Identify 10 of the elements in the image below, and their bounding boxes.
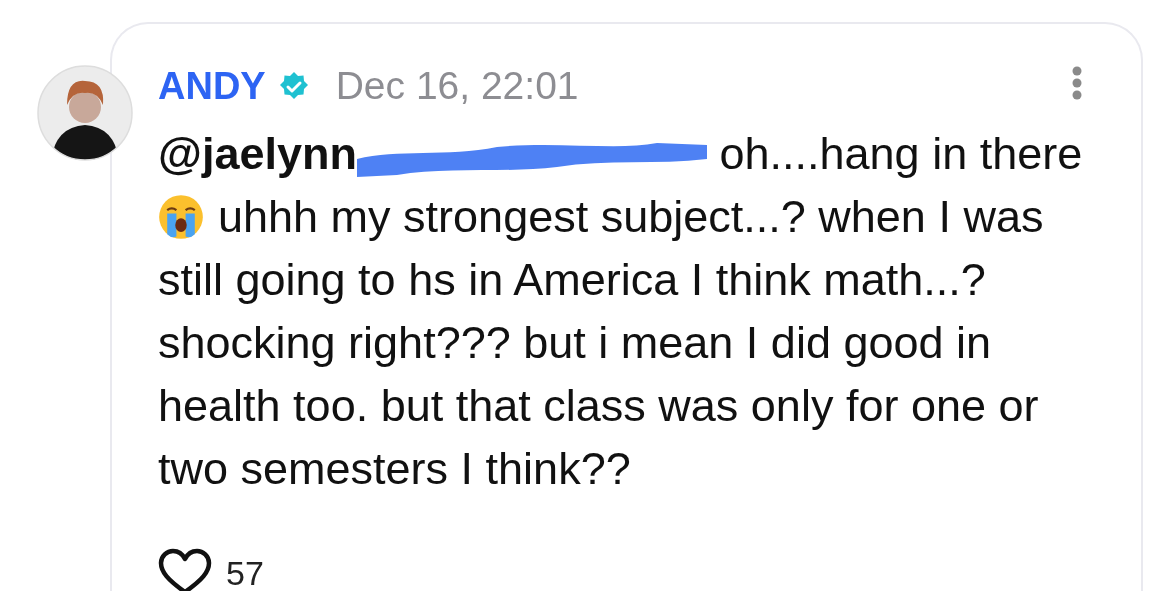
author-name[interactable]: ANDY (158, 64, 266, 108)
like-count: 57 (226, 555, 264, 591)
comment-text: oh....hang in there (719, 128, 1083, 179)
more-options-icon[interactable] (1071, 66, 1083, 100)
comment-text: still going to hs in America I think math...? shocking right??? but i mean I did good in health too. but that class was only for one or two semesters I think?? (158, 253, 1040, 496)
comment-date: Dec 16, 22:01 (335, 64, 579, 108)
crying-face-icon (158, 193, 204, 240)
heart-icon[interactable] (158, 548, 212, 591)
mention-link[interactable]: @jaelynn (158, 128, 357, 179)
comment-text: uhhh my strongest subject...? when I was (218, 190, 1044, 244)
